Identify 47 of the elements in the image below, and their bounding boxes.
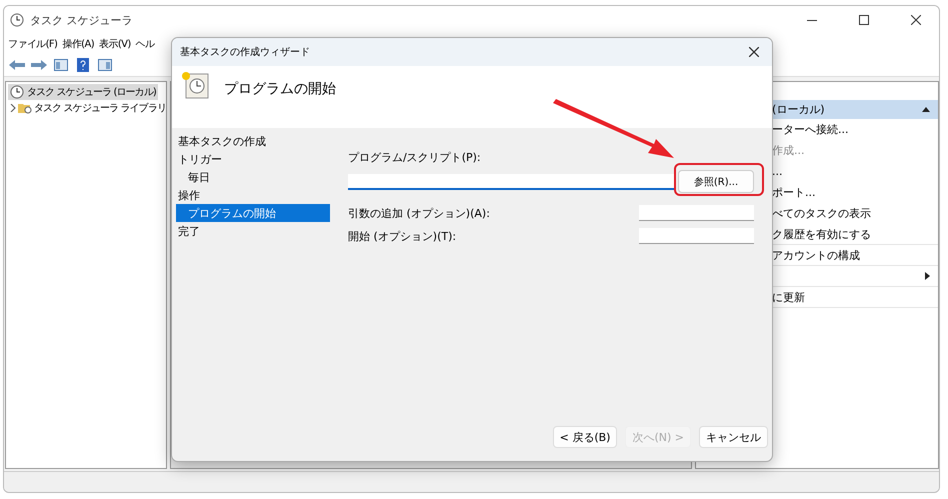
- action-pane-button[interactable]: [96, 57, 114, 73]
- dialog-title: 基本タスクの作成ウィザード: [180, 46, 311, 59]
- input-field[interactable]: [348, 174, 674, 190]
- help-button[interactable]: [74, 57, 92, 73]
- field-label: 引数の追加 (オプション)(A):: [348, 206, 490, 220]
- field-label: 開始 (オプション)(T):: [348, 228, 456, 244]
- action-item[interactable]: ク履歴を有効にする: [772, 226, 871, 242]
- maximize-icon: [859, 15, 869, 25]
- input-field[interactable]: [639, 205, 754, 221]
- action-item[interactable]: ーターへ接続...: [772, 122, 848, 136]
- wizard-step[interactable]: 操作: [176, 186, 330, 204]
- page-heading: プログラムの開始: [224, 80, 336, 98]
- back-button[interactable]: [8, 57, 26, 73]
- action-item[interactable]: ポート...: [772, 184, 816, 200]
- submenu-arrow-icon[interactable]: [925, 272, 930, 280]
- tree-item[interactable]: タスク スケジューラ ライブラリ: [8, 100, 168, 116]
- action-item[interactable]: べてのタスクの表示: [772, 206, 871, 220]
- field-label: プログラム/スクリプト(P):: [348, 150, 482, 165]
- wizard-step[interactable]: プログラムの開始: [176, 204, 330, 222]
- menu-item[interactable]: ヘル: [136, 37, 154, 51]
- tree-item[interactable]: タスク スケジューラ (ローカル): [8, 84, 158, 100]
- dialog-button[interactable]: キャンセル: [699, 426, 768, 448]
- scheduled-clock-icon: [180, 70, 210, 100]
- forward-button[interactable]: [30, 57, 48, 73]
- clock-icon: [10, 85, 24, 99]
- menu-item[interactable]: 操作(A): [62, 37, 94, 51]
- input-field[interactable]: [639, 228, 754, 244]
- menu-item[interactable]: 表示(V): [99, 37, 131, 51]
- menu-item[interactable]: ファイル(F): [8, 37, 58, 51]
- wizard-step[interactable]: 完了: [176, 222, 330, 240]
- dialog-button[interactable]: < 戻る(B): [552, 426, 618, 448]
- chevron-icon[interactable]: [10, 104, 16, 112]
- browse-button[interactable]: 参照(R)...: [678, 170, 754, 193]
- close-icon: [749, 47, 759, 57]
- collapse-icon[interactable]: [922, 107, 930, 112]
- wizard-step[interactable]: 毎日: [176, 168, 330, 186]
- action-item[interactable]: アカウントの構成: [772, 248, 860, 262]
- wizard-step[interactable]: 基本タスクの作成: [176, 132, 330, 150]
- window-title: タスク スケジューラ: [30, 12, 134, 28]
- actions-header-label: (ローカル): [772, 102, 825, 117]
- clock-icon: [10, 13, 24, 27]
- action-item[interactable]: ...: [772, 164, 782, 178]
- console-tree-button[interactable]: [52, 57, 70, 73]
- action-item[interactable]: に更新: [772, 290, 805, 304]
- wizard-step[interactable]: トリガー: [176, 150, 330, 168]
- folder-icon: [18, 102, 32, 114]
- close-icon: [911, 15, 921, 25]
